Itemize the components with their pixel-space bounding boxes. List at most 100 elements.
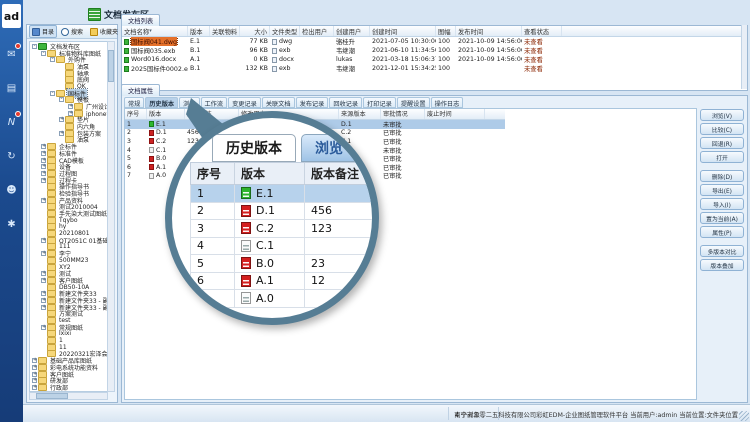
tree-expander[interactable] [41,151,46,156]
doc-list-column-header[interactable]: 创建用户 [334,26,370,36]
rail-icon[interactable]: ☻ [0,180,23,200]
version-action-button[interactable]: 置为当前(A) [700,212,744,224]
tree-item[interactable]: 行政部 [32,384,107,391]
doc-props-tab[interactable]: 打印记录 [363,97,396,108]
magnifier-version: C.1 [256,239,274,252]
tree-expander[interactable] [41,238,46,243]
scrollbar-thumb[interactable] [108,50,114,82]
tree-expander[interactable] [32,44,37,49]
doc-list-row[interactable]: 国标阀035.exb B.1 96 KB exb 韦继潮 2021-06-10 … [122,46,747,55]
version-doc-icon [149,164,154,170]
tree-expander[interactable] [32,365,37,370]
doc-props-tab[interactable]: 变更记录 [228,97,261,108]
tree-horizontal-scrollbar[interactable] [29,392,108,400]
tree-vertical-scrollbar[interactable] [107,41,115,392]
doc-list-column-header[interactable]: 查看状态 [522,26,562,36]
tree-expander[interactable] [41,291,46,296]
tree-expander[interactable] [50,91,55,96]
history-column-header[interactable]: 审批情况 [381,109,425,119]
rail-icon[interactable]: ▤ [0,78,23,98]
version-action-button[interactable]: 导入(I) [700,198,744,210]
version-action-button[interactable]: 打开 [700,151,744,163]
tree-expander[interactable] [59,117,64,122]
sidebar-toolbar-button[interactable]: 收藏夹 [87,25,121,38]
tree-expander[interactable] [41,51,46,56]
version-action-button[interactable]: 浏览(V) [700,109,744,121]
rail-icon[interactable]: N [0,112,23,132]
sidebar-toolbar-button[interactable]: 目录 [29,25,57,38]
doc-list-scrollbar[interactable] [741,25,747,89]
magnifier-tab[interactable]: 浏览 [301,134,357,162]
doc-list-column-header[interactable]: 关联物料 [210,26,240,36]
tree-item-label: 油泵 [76,135,90,144]
history-column-header[interactable]: 来源版本 [339,109,381,119]
doc-list-row[interactable]: Word016.docx A.1 0 KB docx lukas 2021-03… [122,55,747,64]
rail-icon[interactable]: ↻ [0,146,23,166]
magnifier-tab[interactable]: 历史版本 [212,134,296,162]
tree-item[interactable]: 1 [41,337,107,344]
doc-list-row[interactable]: 2025国标件0002.exb B.1 132 KB exb 韦继潮 2021-… [122,64,747,73]
magnifier-version: A.0 [256,292,274,305]
tree-expander[interactable] [41,171,46,176]
doc-list-column-header[interactable]: 发布时间 [456,26,522,36]
tree-expander[interactable] [50,57,55,62]
history-column-header[interactable]: 版本 [147,109,185,119]
version-doc-icon [241,257,251,269]
resize-grip[interactable] [739,411,749,421]
rail-icon[interactable]: ✉ [0,44,23,64]
doc-list-column-header[interactable]: 检出用户 [300,26,334,36]
tree-expander[interactable] [41,251,46,256]
history-column-header[interactable]: 序号 [125,109,147,119]
tree-expander[interactable] [41,305,46,310]
version-action-button[interactable]: 删除(D) [700,170,744,182]
doc-list-column-header[interactable]: 文档名称 [122,26,188,36]
history-source-version: D.1 [339,121,381,128]
scrollbar-thumb[interactable] [36,393,68,399]
doc-list-column-header[interactable]: 版本 [188,26,210,36]
tree-expander[interactable] [32,358,37,363]
version-action-button[interactable]: 导出(E) [700,184,744,196]
magnifier-note [305,290,379,307]
doc-props-tab[interactable]: 常规 [124,97,144,108]
sidebar-toolbar-button[interactable]: 搜索 [58,25,86,38]
tree-expander[interactable] [32,385,37,390]
doc-props-tab[interactable]: 历史版本 [145,97,178,108]
doc-props-tab[interactable]: 提醒设置 [397,97,430,108]
tree-expander[interactable] [41,325,46,330]
version-action-button[interactable]: 属性(P) [700,226,744,238]
tree-expander[interactable] [68,104,73,109]
tree-item[interactable]: 500MM23 [41,257,107,264]
doc-list-column-header[interactable]: 大小 [240,26,270,36]
version-action-button[interactable]: 版本叠加 [700,259,744,271]
tree-expander[interactable] [41,178,46,183]
doc-props-tab[interactable]: 工作流 [201,97,228,108]
version-action-button[interactable]: 多版本对比 [700,245,744,257]
tree-expander[interactable] [41,298,46,303]
tree-expander[interactable] [68,111,73,116]
doc-props-tab[interactable]: 回收记录 [329,97,362,108]
rail-icon[interactable]: ✱ [0,214,23,234]
tree-expander[interactable] [32,372,37,377]
doc-props-tab[interactable]: 发布记录 [296,97,329,108]
version-action-button[interactable]: 比较(C) [700,123,744,135]
tree-expander[interactable] [41,271,46,276]
tree-expander[interactable] [41,278,46,283]
doc-list-column-header[interactable]: 图幅 [436,26,456,36]
tree-expander[interactable] [32,378,37,383]
tree-expander[interactable] [59,131,64,136]
doc-list-column-header[interactable]: 创建时间 [370,26,436,36]
doc-props-tab[interactable]: 操作日志 [431,97,464,108]
document-icon [124,66,129,72]
version-action-button[interactable]: 回退(R) [700,137,744,149]
doc-list-row[interactable]: 国标阀041.dwg E.1 77 KB dwg 骆桂升 2021-07-05 … [122,37,747,46]
history-column-header[interactable]: 废止时间 [425,109,485,119]
tree-expander[interactable] [41,158,46,163]
doc-list-column-header[interactable]: 文件类型 [270,26,300,36]
tree-expander[interactable] [41,144,46,149]
tree-expander[interactable] [41,198,46,203]
tree-expander[interactable] [59,97,64,102]
tree-expander[interactable] [41,164,46,169]
app-logo: ad [2,4,21,28]
doc-published-time: 2021-10-09 14:56:06 [456,38,522,45]
doc-props-tab[interactable]: 关联文档 [262,97,295,108]
